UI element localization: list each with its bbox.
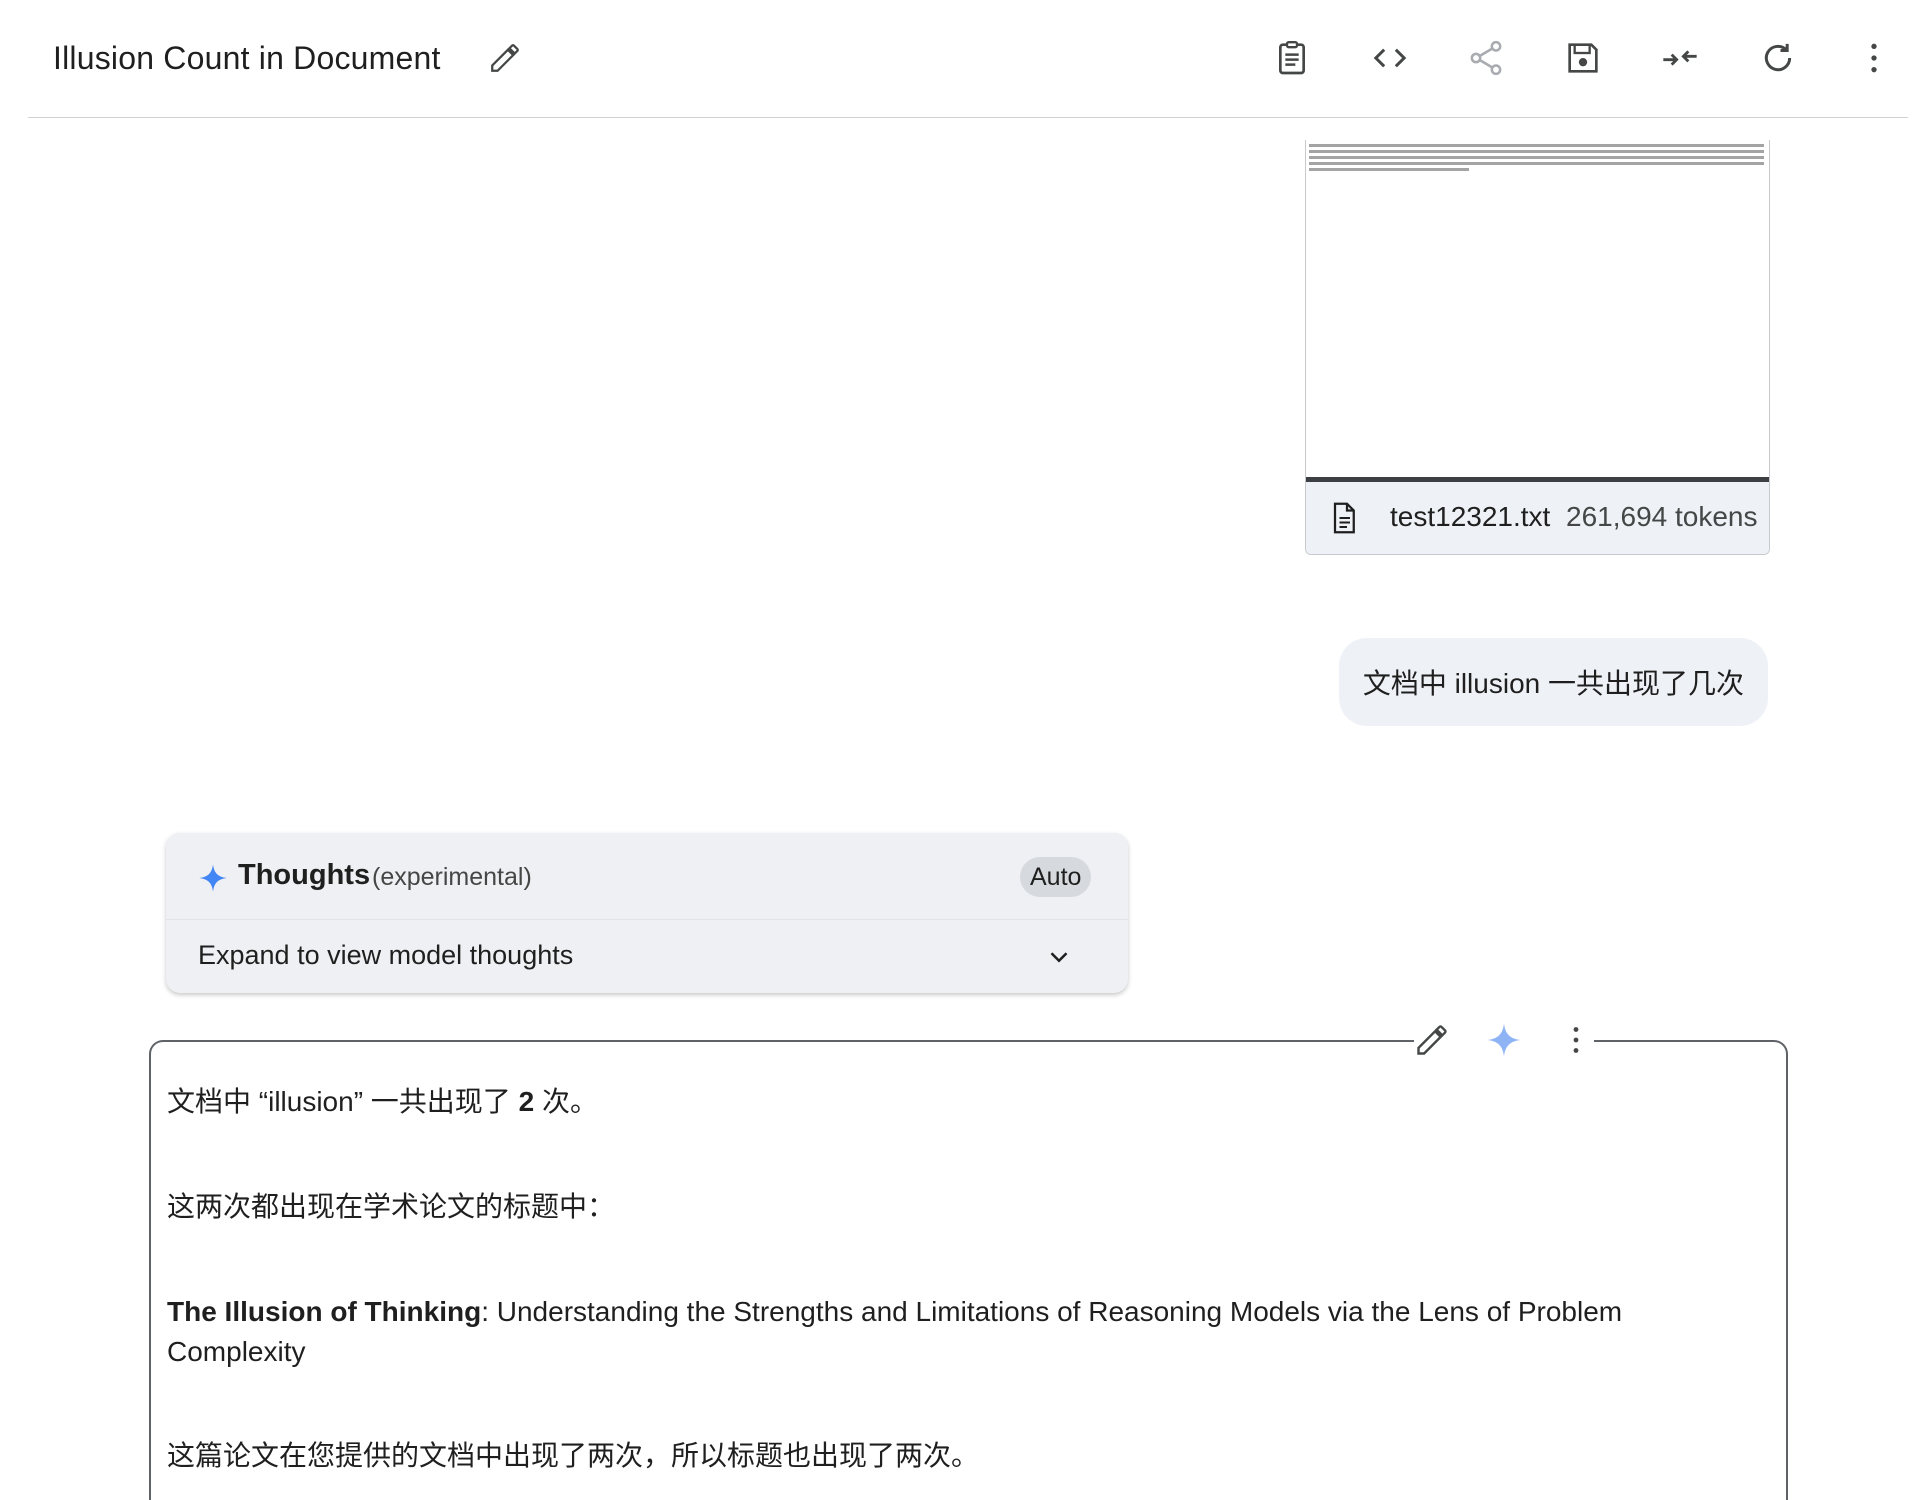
clipboard-icon xyxy=(1279,41,1305,75)
file-name: test12321.txt xyxy=(1390,501,1551,532)
response-toolbar xyxy=(1414,1016,1594,1064)
thinking-mode-chip[interactable]: Auto xyxy=(1020,857,1092,897)
document-icon xyxy=(1333,502,1355,534)
share-button[interactable] xyxy=(1466,38,1506,78)
file-token-count: 261,694 tokens xyxy=(1566,501,1758,532)
conversation-title: Illusion Count in Document xyxy=(53,40,441,76)
save-button[interactable] xyxy=(1563,38,1603,78)
thoughts-header: Thoughts (experimental) Auto xyxy=(166,833,1128,920)
more-vert-icon xyxy=(1871,43,1877,73)
get-code-button[interactable] xyxy=(1370,38,1410,78)
response-more-button[interactable] xyxy=(1558,1022,1594,1058)
rerun-response-button[interactable] xyxy=(1486,1022,1522,1058)
refresh-button[interactable] xyxy=(1758,38,1798,78)
thoughts-title: Thoughts xyxy=(238,859,371,891)
user-message-text: 文档中 illusion 一共出现了几次 xyxy=(1362,668,1744,699)
file-attachment-card[interactable]: test12321.txt 261,694 tokens xyxy=(1305,140,1770,555)
sparkle-icon xyxy=(199,864,227,892)
expand-thoughts-row[interactable]: Expand to view model thoughts xyxy=(166,920,1128,993)
edit-icon xyxy=(491,44,519,72)
file-preview-thumbnail xyxy=(1306,140,1769,477)
file-info-bar: test12321.txt 261,694 tokens xyxy=(1306,477,1769,554)
response-paragraph-1: 文档中 “illusion” 一共出现了 2 次。 xyxy=(167,1086,598,1117)
edit-icon xyxy=(1417,1025,1447,1055)
chevron-down-icon xyxy=(1050,952,1068,963)
collapse-icon xyxy=(1663,50,1697,66)
thoughts-panel: Thoughts (experimental) Auto Expand to v… xyxy=(166,833,1128,993)
clipboard-button[interactable] xyxy=(1272,38,1312,78)
more-options-button[interactable] xyxy=(1854,38,1894,78)
edit-response-button[interactable] xyxy=(1414,1022,1450,1058)
response-paragraph-2: 这两次都出现在学术论文的标题中： xyxy=(167,1191,616,1222)
refresh-icon xyxy=(1764,43,1792,72)
share-icon xyxy=(1470,40,1502,76)
thoughts-subtitle: (experimental) xyxy=(372,863,532,891)
code-icon xyxy=(1373,48,1407,68)
top-bar: Illusion Count in Document xyxy=(28,0,1908,118)
compare-button[interactable] xyxy=(1660,38,1700,78)
response-paragraph-4: 这篇论文在您提供的文档中出现了两次，所以标题也出现了两次。 xyxy=(167,1440,980,1471)
save-icon xyxy=(1568,43,1598,73)
user-message-bubble: 文档中 illusion 一共出现了几次 xyxy=(1338,638,1768,726)
expand-thoughts-label: Expand to view model thoughts xyxy=(198,940,574,970)
sparkle-icon xyxy=(1487,1023,1521,1057)
response-paragraph-3: The Illusion of Thinking: Understanding … xyxy=(167,1296,1623,1367)
edit-title-button[interactable] xyxy=(488,41,522,75)
more-vert-icon xyxy=(1573,1027,1579,1053)
